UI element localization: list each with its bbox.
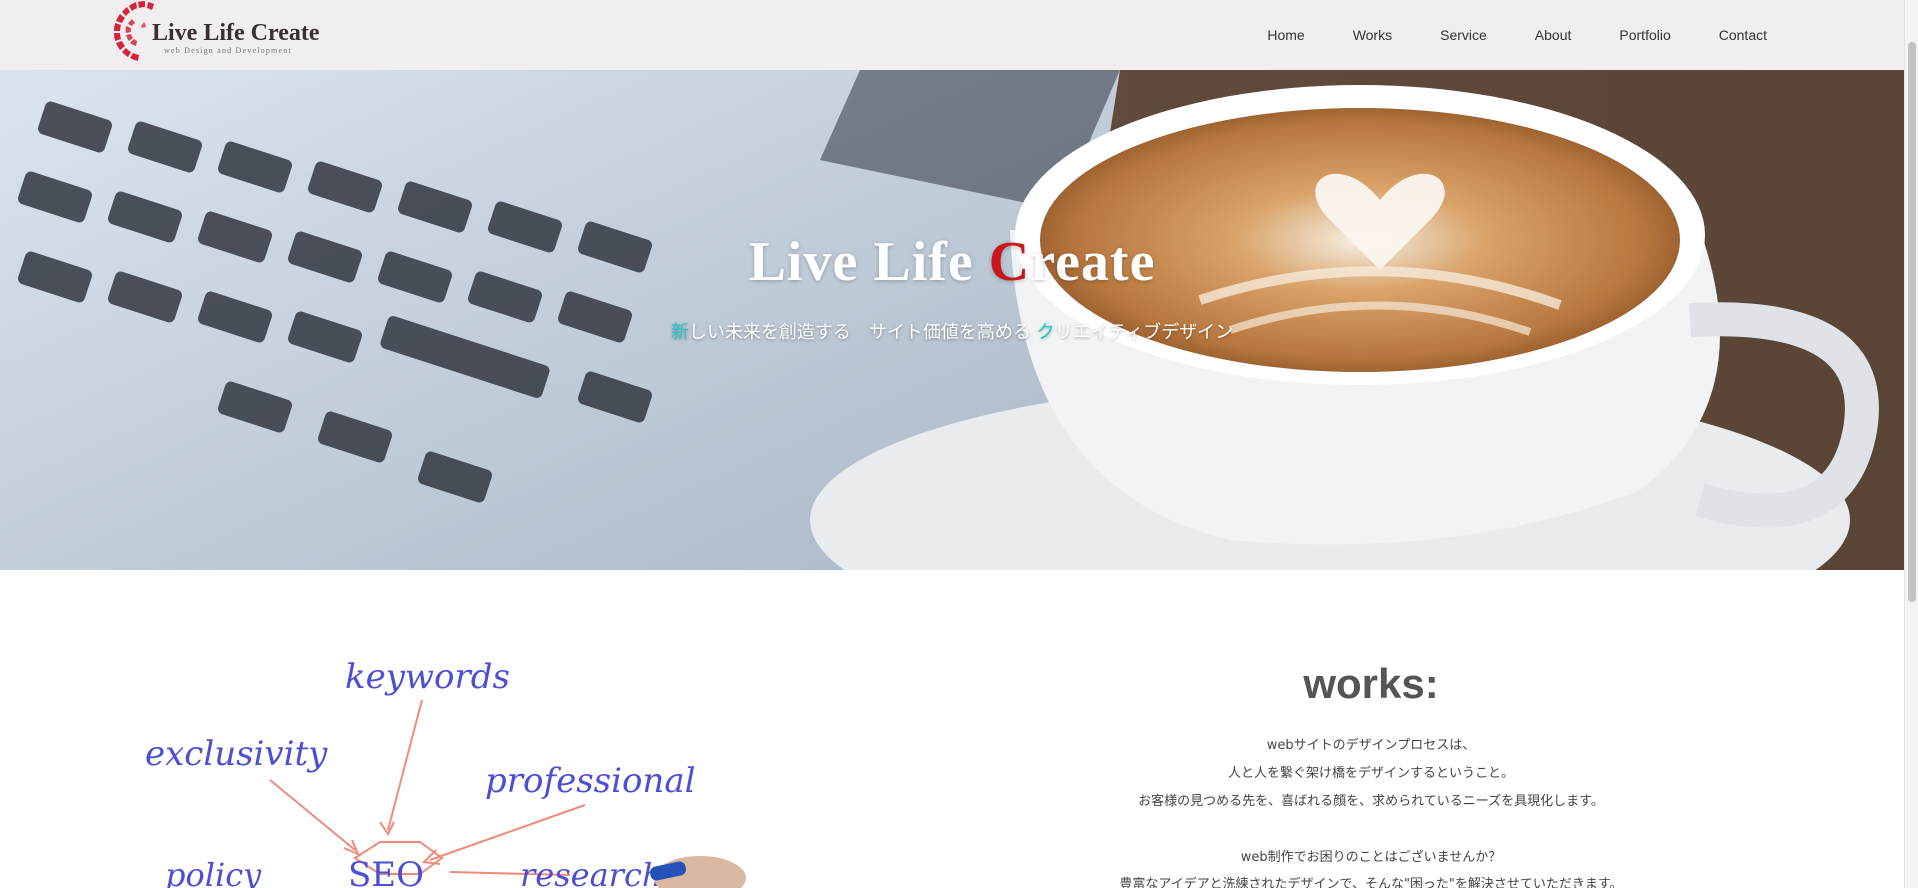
illustration-word-keywords: keywords (345, 657, 510, 697)
illustration-word-research: research (520, 856, 663, 888)
main-nav: Home Works Service About Portfolio Conta… (1219, 0, 1767, 70)
seo-diagram-image: keywords exclusivity professional policy… (145, 657, 746, 888)
marker-hand-icon (650, 856, 746, 888)
illustration-word-professional: professional (485, 761, 695, 801)
illustration-word-exclusivity: exclusivity (145, 734, 328, 774)
nav-works[interactable]: Works (1353, 27, 1392, 43)
site-header: Live Life Create web Design and Developm… (0, 0, 1904, 70)
logo-title: Live Life Create (152, 20, 320, 46)
nav-home[interactable]: Home (1267, 27, 1304, 43)
page-scrollbar[interactable] (1904, 0, 1918, 888)
works-text-line-3: お客様の見つめる先を、喜ばれる顔を、求められているニーズを具現化します。 (1138, 794, 1604, 809)
illustration-word-seo: SEO (348, 855, 424, 888)
hero-subtitle: 新しい未来を創造する サイト価値を高める クリエイティブデザイン (670, 322, 1234, 343)
hero-banner: Live Life Create 新しい未来を創造する サイト価値を高める クリ… (0, 70, 1904, 570)
site-logo[interactable]: Live Life Create web Design and Developm… (110, 0, 320, 68)
scrollbar-thumb[interactable] (1908, 42, 1916, 602)
works-text-line-2: 人と人を繋ぐ架け橋をデザインするということ。 (1227, 766, 1514, 781)
works-heading: works: (1303, 660, 1439, 707)
works-text-line-4: web制作でお困りのことはございませんか？ (1240, 850, 1502, 865)
nav-contact[interactable]: Contact (1719, 27, 1767, 43)
hero-title: Live Life Create (748, 231, 1156, 293)
works-text-line-1: webサイトのデザインプロセスは、 (1266, 738, 1476, 753)
works-text-line-5: 豊富なアイデアと洗練されたデザインで、そんな"困った"を解決させていただきます。 (1119, 877, 1623, 888)
logo-subtitle: web Design and Development (164, 46, 292, 55)
illustration-word-policy: policy (165, 856, 262, 888)
nav-about[interactable]: About (1535, 27, 1572, 43)
nav-service[interactable]: Service (1440, 27, 1487, 43)
nav-portfolio[interactable]: Portfolio (1619, 27, 1670, 43)
seo-illustration: keywords exclusivity professional policy… (130, 650, 750, 888)
